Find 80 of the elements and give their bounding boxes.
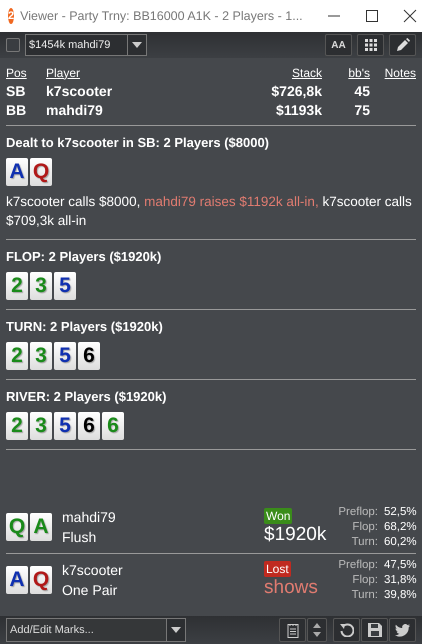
up-down-icon	[313, 623, 321, 637]
share-button[interactable]	[389, 618, 416, 642]
grid-button[interactable]	[357, 34, 384, 56]
table-cell-text: 45	[353, 82, 370, 98]
caret-icon	[171, 627, 181, 633]
table-cell-text: k7scooter	[46, 82, 114, 98]
equity-label: Flop:	[352, 572, 378, 588]
equity-label: Turn:	[352, 534, 378, 550]
player-name: k7scooter	[62, 561, 124, 580]
window-title: Viewer - Party Trny: BB16000 A1K - 2 Players - 1...	[20, 9, 303, 23]
equity-label: Preflop:	[338, 504, 378, 520]
playing-card: 3	[30, 412, 52, 440]
notes-button[interactable]	[279, 618, 306, 642]
playing-card: A	[6, 158, 28, 186]
playing-card: 5	[54, 342, 76, 370]
playing-card: 2	[6, 272, 28, 300]
street-heading: TURN: 2 Players ($1920k)	[6, 319, 164, 334]
street-heading: Dealt to k7scooter in SB: 2 Players ($8000)	[6, 135, 270, 150]
grid-icon	[364, 39, 376, 51]
result-amount: shows	[264, 577, 318, 599]
equity-value: 39,8%	[384, 588, 416, 602]
street-heading: RIVER: 2 Players ($1920k)	[6, 389, 168, 404]
save-icon	[368, 623, 382, 637]
playing-card: Q	[6, 513, 28, 541]
bird-icon	[395, 624, 410, 636]
marks-dropdown[interactable]: Add/Edit Marks...	[6, 618, 186, 642]
playing-card: Q	[30, 158, 52, 186]
result-badge: Won	[264, 508, 292, 524]
equity-label: Turn:	[352, 588, 378, 602]
column-header[interactable]: Notes	[370, 66, 416, 80]
player-name: mahdi79	[62, 508, 117, 527]
result-amount: $1920k	[264, 524, 326, 546]
sort-button[interactable]	[307, 618, 327, 642]
replay-button[interactable]	[333, 618, 360, 642]
column-header[interactable]: Player	[46, 66, 232, 80]
save-button[interactable]	[361, 618, 388, 642]
caret-icon	[132, 42, 142, 48]
column-header[interactable]: Stack	[232, 66, 322, 80]
playing-card: A	[30, 513, 52, 541]
player-dropdown[interactable]: $1454k mahdi79	[25, 34, 147, 56]
table-cell-text: BB	[6, 102, 28, 118]
equity-value: 31,8%	[384, 572, 416, 588]
table-cell-text: $726,8k	[270, 82, 322, 98]
column-header[interactable]: bb's	[322, 66, 370, 80]
maximize-icon[interactable]	[364, 9, 379, 23]
checkbox[interactable]	[6, 38, 20, 52]
playing-card: 5	[54, 412, 76, 440]
equity-value: 60,2%	[384, 534, 416, 550]
equity-value: 52,5%	[384, 504, 416, 520]
playing-card: 5	[54, 272, 76, 300]
table-cell-text: 75	[353, 102, 370, 118]
table-cell-text: $1193k	[275, 102, 322, 118]
street-heading: FLOP: 2 Players ($1920k)	[6, 249, 162, 264]
edit-button[interactable]	[389, 34, 416, 56]
refresh-icon	[340, 623, 354, 637]
equity-value: 68,2%	[384, 520, 416, 534]
pencil-icon	[396, 38, 410, 52]
hand-rank: Flush	[62, 528, 98, 547]
playing-card: 6	[78, 342, 100, 370]
playing-card: 2	[6, 412, 28, 440]
playing-card: 6	[78, 412, 100, 440]
equity-value: 47,5%	[384, 558, 416, 572]
table-cell-text: SB	[6, 82, 26, 98]
action-text: k7scooter calls $8000, mahdi79 raises $1192k all-in, k7scooter calls $709,3k all-in	[6, 193, 413, 230]
notepad-icon	[286, 622, 298, 638]
close-icon[interactable]	[402, 9, 417, 23]
equity-label: Flop:	[352, 520, 378, 534]
playing-card: 6	[102, 412, 124, 440]
playing-card: A	[6, 566, 28, 594]
column-header[interactable]: Pos	[6, 66, 46, 80]
hand-rank: One Pair	[62, 581, 118, 600]
app-logo: 2	[8, 8, 14, 24]
equity-label: Preflop:	[338, 558, 378, 572]
font-size-button[interactable]: AA	[325, 34, 352, 56]
playing-card: Q	[30, 566, 52, 594]
playing-card: 3	[30, 342, 52, 370]
table-cell-text: mahdi79	[46, 102, 104, 118]
playing-card: 2	[6, 342, 28, 370]
result-badge: Lost	[264, 561, 291, 577]
playing-card: 3	[30, 272, 52, 300]
